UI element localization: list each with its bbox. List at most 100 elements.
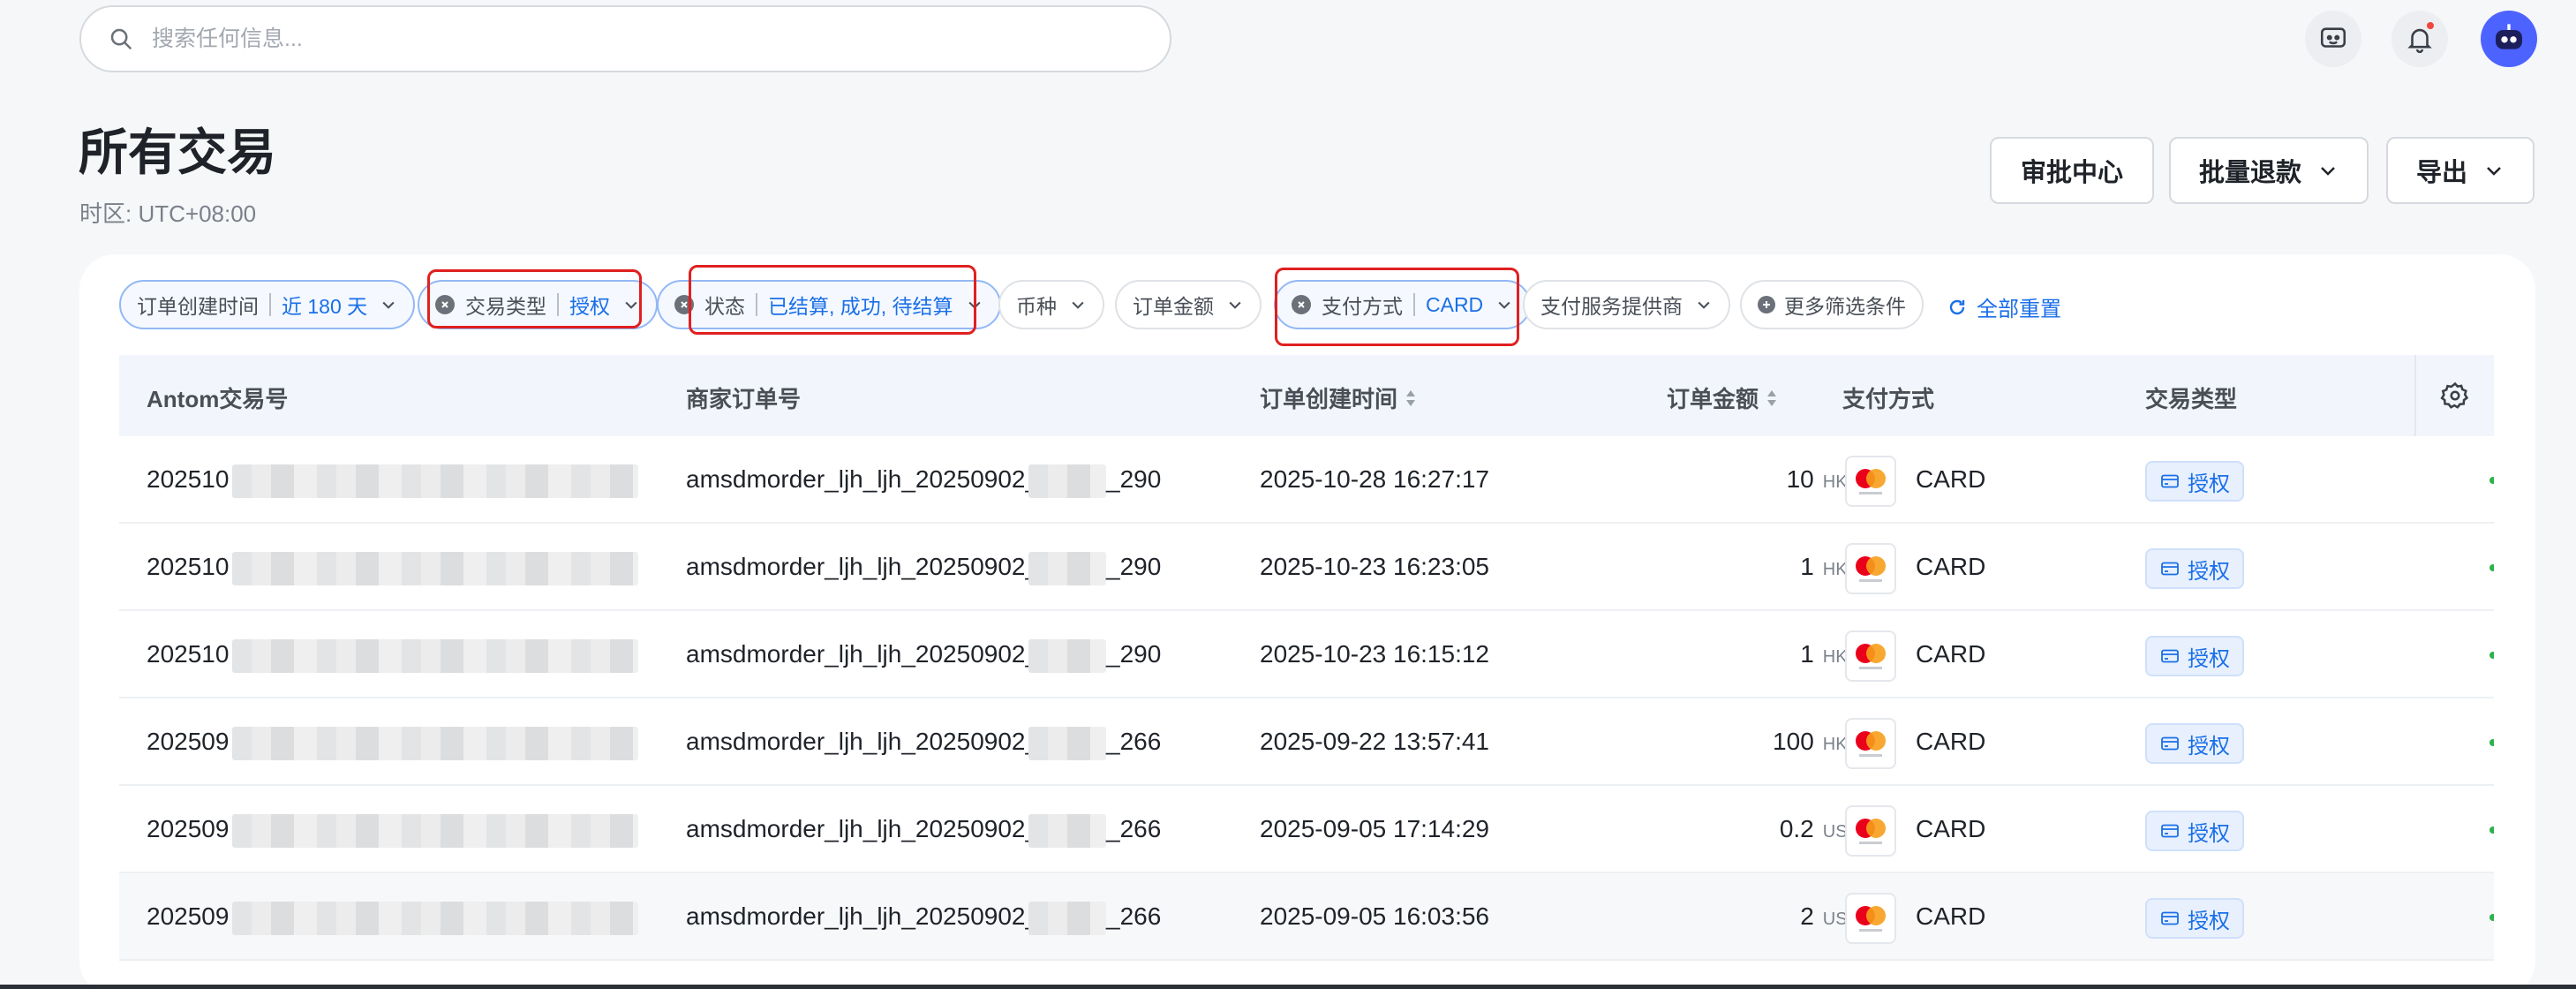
redacted-order-id xyxy=(1028,814,1106,848)
created-time: 2025-10-23 16:23:05 xyxy=(1260,553,1489,580)
transaction-type-label: 授权 xyxy=(2188,472,2230,496)
column-header-created-time[interactable]: 订单创建时间 xyxy=(1260,381,1417,414)
payment-method: CARD xyxy=(1916,815,1986,842)
column-header-merchant-order: 商家订单号 xyxy=(686,386,802,412)
merchant-order-prefix: amsdmorder_ljh_ljh_20250902_1 xyxy=(686,553,1053,580)
plus-icon xyxy=(1758,296,1775,313)
column-header-transaction-type: 交易类型 xyxy=(2145,386,2238,412)
mastercard-icon xyxy=(1845,543,1896,594)
txn-id-prefix: 202510 xyxy=(147,553,230,580)
table-row[interactable]: 202510 amsdmorder_ljh_ljh_20250902_1 _290 2… xyxy=(119,524,2494,611)
filter-value: CARD xyxy=(1426,292,1484,316)
redacted-order-id xyxy=(1028,902,1106,935)
search-icon xyxy=(110,28,132,50)
created-time: 2025-09-22 13:57:41 xyxy=(1260,728,1489,755)
chat-bot-button[interactable] xyxy=(2305,11,2361,67)
card-icon xyxy=(2161,474,2179,488)
table-row[interactable]: 202510 amsdmorder_ljh_ljh_20250902_1 _290 2… xyxy=(119,611,2494,698)
search-input[interactable] xyxy=(152,26,1123,52)
approval-center-button[interactable]: 审批中心 xyxy=(1990,137,2154,204)
amount-value: 10 xyxy=(1786,465,1814,493)
column-header-label: 订单金额 xyxy=(1667,386,1759,412)
clear-icon[interactable] xyxy=(435,295,455,314)
transaction-type-tag: 授权 xyxy=(2145,548,2244,589)
payment-method: CARD xyxy=(1916,640,1986,668)
merchant-order-prefix: amsdmorder_ljh_ljh_20250902_1 xyxy=(686,640,1053,668)
table-row[interactable]: 202510 amsdmorder_ljh_ljh_20250902_1 _290 2… xyxy=(119,436,2494,524)
amount-value: 1 xyxy=(1800,553,1814,580)
merchant-order-suffix: _290 xyxy=(1106,553,1162,580)
gear-icon xyxy=(2440,381,2469,409)
filter-label: 更多筛选条件 xyxy=(1784,295,1906,318)
table-row[interactable]: 202509 amsdmorder_ljh_ljh_20250902_1 _266 2… xyxy=(119,873,2494,961)
reset-all-button[interactable]: 全部重置 xyxy=(1947,291,2061,322)
bulk-refund-button[interactable]: 批量退款 xyxy=(2169,137,2369,204)
txn-id-prefix: 202510 xyxy=(147,465,230,493)
redacted-txn-id xyxy=(232,902,638,935)
export-label: 导出 xyxy=(2415,159,2467,187)
redacted-txn-id xyxy=(232,552,638,585)
order-amount: 100 HKD xyxy=(1620,728,1860,756)
transaction-type-label: 授权 xyxy=(2188,909,2230,933)
more-filters-button[interactable]: 更多筛选条件 xyxy=(1740,280,1924,329)
notifications-button[interactable] xyxy=(2391,11,2448,67)
column-header-amount[interactable]: 订单金额 xyxy=(1667,381,1778,414)
filter-payment-provider[interactable]: 支付服务提供商 xyxy=(1523,280,1730,329)
order-amount: 1 HKD xyxy=(1620,553,1860,581)
chevron-down-icon xyxy=(968,301,981,309)
separator xyxy=(269,293,271,316)
created-time: 2025-10-23 16:15:12 xyxy=(1260,640,1489,668)
transaction-type-tag: 授权 xyxy=(2145,461,2244,502)
chevron-down-icon xyxy=(1498,301,1510,309)
card-icon xyxy=(2161,911,2179,925)
refresh-icon xyxy=(1949,299,1965,314)
redacted-order-id xyxy=(1028,464,1106,498)
txn-id-prefix: 202509 xyxy=(147,815,230,842)
filter-transaction-type[interactable]: 交易类型 授权 xyxy=(418,280,658,329)
redacted-txn-id xyxy=(232,727,638,760)
merchant-order-prefix: amsdmorder_ljh_ljh_20250902_1 xyxy=(686,902,1053,930)
order-amount: 10 HKD xyxy=(1620,465,1860,494)
sort-icon[interactable] xyxy=(1405,389,1417,408)
filter-order-amount[interactable]: 订单金额 xyxy=(1115,280,1262,329)
sort-icon[interactable] xyxy=(1766,389,1778,408)
table-row[interactable]: 202509 amsdmorder_ljh_ljh_20250902_1 _266 2… xyxy=(119,698,2494,786)
global-search[interactable] xyxy=(79,5,1171,72)
status-dot xyxy=(2489,827,2494,834)
filter-payment-method[interactable]: 支付方式 CARD xyxy=(1274,280,1532,329)
chat-bot-icon xyxy=(2320,27,2346,48)
table-row[interactable]: 202509 amsdmorder_ljh_ljh_20250902_1 _266 2… xyxy=(119,786,2494,873)
card-icon xyxy=(2161,736,2179,751)
filter-label: 支付服务提供商 xyxy=(1540,295,1683,318)
order-amount: 1 HKD xyxy=(1620,640,1860,668)
payment-method: CARD xyxy=(1916,728,1986,755)
chevron-down-icon xyxy=(1229,301,1241,309)
filter-value: 近 180 天 xyxy=(282,295,368,318)
clear-icon[interactable] xyxy=(674,295,694,314)
avatar[interactable] xyxy=(2481,11,2537,67)
clear-icon[interactable] xyxy=(1292,295,1311,314)
txn-id-prefix: 202509 xyxy=(147,902,230,930)
column-header-payment-method: 支付方式 xyxy=(1842,386,1935,412)
filter-currency[interactable]: 币种 xyxy=(998,280,1104,329)
status-dot xyxy=(2489,739,2494,746)
status-dot xyxy=(2489,914,2494,921)
column-settings-button[interactable] xyxy=(2414,355,2494,436)
payment-method: CARD xyxy=(1916,902,1986,930)
transaction-type-tag: 授权 xyxy=(2145,636,2244,676)
filter-created-time[interactable]: 订单创建时间 近 180 天 xyxy=(119,280,416,329)
mastercard-icon xyxy=(1845,456,1896,507)
txn-id-prefix: 202510 xyxy=(147,640,230,668)
order-amount: 0.2 USD xyxy=(1620,815,1860,843)
amount-value: 2 xyxy=(1800,902,1814,930)
page-title: 所有交易 xyxy=(79,125,276,180)
chevron-down-icon xyxy=(2487,167,2501,176)
status-dot xyxy=(2489,477,2494,484)
status-dot xyxy=(2489,564,2494,571)
filter-status[interactable]: 状态 已结算, 成功, 待结算 xyxy=(657,280,1001,329)
filter-label: 币种 xyxy=(1016,295,1057,318)
transaction-type-tag: 授权 xyxy=(2145,811,2244,851)
export-button[interactable]: 导出 xyxy=(2386,137,2535,204)
redacted-order-id xyxy=(1028,639,1106,673)
amount-value: 1 xyxy=(1800,640,1814,668)
